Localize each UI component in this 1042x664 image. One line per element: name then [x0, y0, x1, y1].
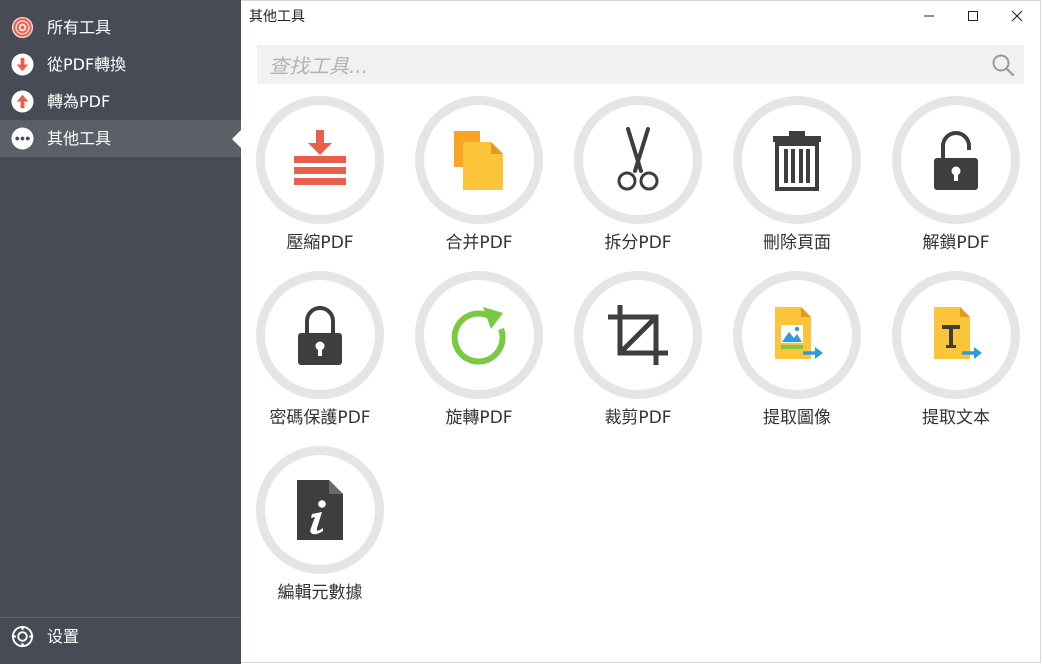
tool-circle	[256, 271, 384, 399]
sidebar-item-other-tools[interactable]: 其他工具	[0, 120, 241, 157]
tool-label: 密碼保護PDF	[269, 408, 371, 428]
sidebar: 所有工具 從PDF轉換 轉為PDF 其他工具 设置	[0, 0, 241, 664]
tool-delete-pages[interactable]: 刪除頁面	[717, 96, 877, 266]
tool-label: 壓縮PDF	[286, 233, 354, 253]
tool-label: 提取圖像	[763, 408, 831, 428]
tool-crop-pdf[interactable]: 裁剪PDF	[558, 271, 718, 441]
sidebar-item-to-pdf[interactable]: 轉為PDF	[0, 83, 241, 120]
trash-icon	[773, 131, 821, 191]
merge-icon	[454, 131, 503, 190]
scissors-icon	[617, 127, 659, 191]
sidebar-item-all-tools[interactable]: 所有工具	[0, 9, 241, 46]
tool-rotate-pdf[interactable]: 旋轉PDF	[399, 271, 559, 441]
tool-circle	[415, 271, 543, 399]
tool-circle	[733, 271, 861, 399]
search-bar	[257, 45, 1024, 86]
tool-label: 裁剪PDF	[604, 408, 672, 428]
tool-extract-images[interactable]: 提取圖像	[717, 271, 877, 441]
extract-text-icon	[934, 307, 982, 359]
settings-button[interactable]: 设置	[0, 618, 241, 655]
search-input[interactable]	[267, 45, 971, 86]
minimize-button[interactable]	[906, 1, 952, 31]
tool-circle	[256, 96, 384, 224]
crop-icon	[608, 305, 668, 365]
sidebar-item-label: 轉為PDF	[47, 92, 111, 111]
main-panel: 其他工具 壓縮	[241, 0, 1041, 663]
close-button[interactable]	[994, 1, 1040, 31]
search-icon[interactable]	[991, 53, 1015, 77]
maximize-icon	[968, 11, 978, 21]
tool-edit-metadata[interactable]: 編輯元數據	[240, 446, 400, 616]
tool-circle	[733, 96, 861, 224]
tool-circle	[574, 96, 702, 224]
tool-label: 合并PDF	[445, 233, 513, 253]
tool-circle	[574, 271, 702, 399]
arrow-down-icon	[11, 53, 34, 76]
rotate-icon	[451, 307, 506, 365]
arrow-up-icon	[11, 90, 34, 113]
settings-label: 设置	[47, 627, 80, 646]
sidebar-item-from-pdf[interactable]: 從PDF轉換	[0, 46, 241, 83]
tool-label: 刪除頁面	[763, 233, 831, 253]
window-title: 其他工具	[249, 9, 305, 25]
tool-compress-pdf[interactable]: 壓縮PDF	[240, 96, 400, 266]
tool-circle	[892, 96, 1020, 224]
tool-unlock-pdf[interactable]: 解鎖PDF	[876, 96, 1036, 266]
tool-label: 解鎖PDF	[922, 233, 990, 253]
sidebar-item-label: 從PDF轉換	[47, 55, 127, 74]
sidebar-item-label: 其他工具	[47, 129, 112, 148]
lock-icon	[298, 306, 342, 365]
compress-icon	[294, 130, 346, 185]
all-tools-icon	[11, 16, 34, 39]
extract-image-icon	[775, 307, 823, 359]
maximize-button[interactable]	[950, 1, 996, 31]
tool-extract-text[interactable]: 提取文本	[876, 271, 1036, 441]
tool-circle	[892, 271, 1020, 399]
close-icon	[1011, 10, 1023, 22]
tool-circle	[415, 96, 543, 224]
tool-merge-pdf[interactable]: 合并PDF	[399, 96, 559, 266]
sidebar-item-label: 所有工具	[47, 18, 112, 37]
tool-label: 編輯元數據	[277, 583, 363, 603]
more-icon	[11, 127, 34, 150]
tool-circle	[256, 446, 384, 574]
tool-label: 旋轉PDF	[445, 408, 513, 428]
unlock-icon	[934, 131, 978, 190]
minimize-icon	[924, 15, 934, 17]
tool-label: 提取文本	[922, 408, 990, 428]
tool-password-protect[interactable]: 密碼保護PDF	[240, 271, 400, 441]
tool-label: 拆分PDF	[604, 233, 672, 253]
gear-icon	[11, 625, 34, 648]
info-icon	[297, 480, 343, 540]
tool-split-pdf[interactable]: 拆分PDF	[558, 96, 718, 266]
